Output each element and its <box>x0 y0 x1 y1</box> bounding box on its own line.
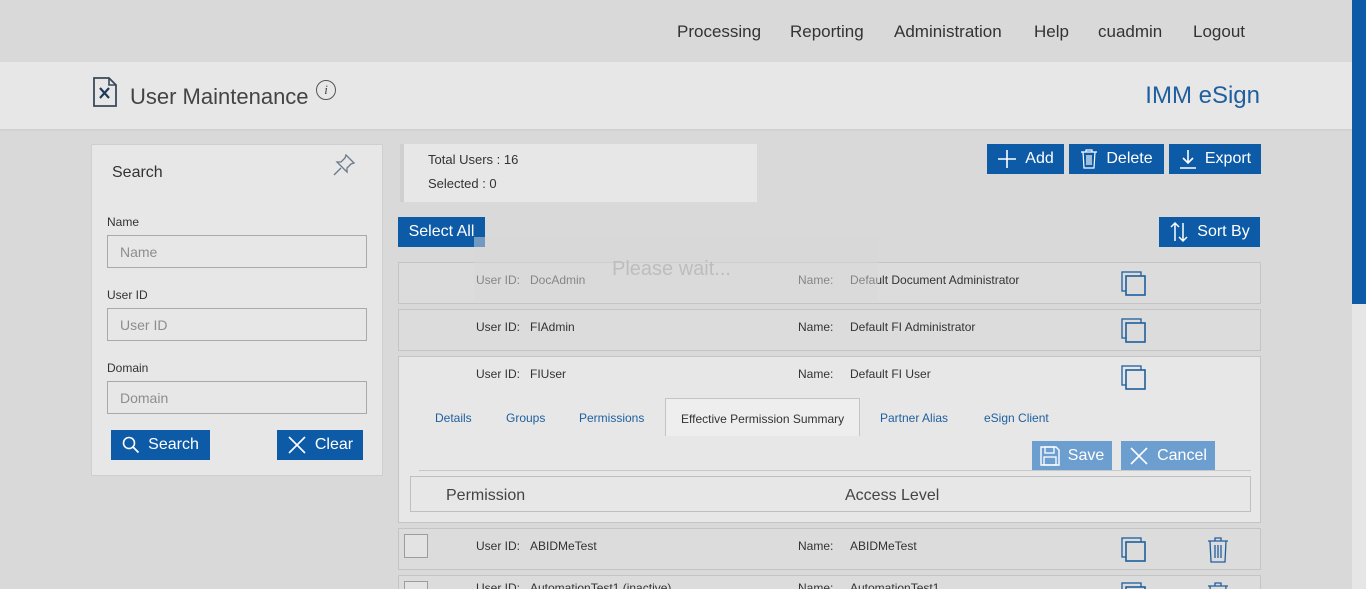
divider <box>419 470 1251 471</box>
search-button-label: Search <box>148 436 199 453</box>
tab-details[interactable]: Details <box>435 411 472 425</box>
tab-esign-client[interactable]: eSign Client <box>984 411 1049 425</box>
select-all-button[interactable]: Select All <box>398 217 485 247</box>
name-value: AutomationTest1 <box>850 581 940 589</box>
info-icon[interactable]: i <box>316 80 336 100</box>
download-icon <box>1179 150 1196 169</box>
save-button[interactable]: Save <box>1032 441 1112 470</box>
trash-icon[interactable] <box>1207 537 1229 563</box>
clear-button-label: Clear <box>314 436 354 453</box>
total-users-count: Total Users : 16 <box>428 152 519 167</box>
loading-overlay: Please wait... <box>474 237 878 301</box>
copy-icon[interactable] <box>1121 582 1147 589</box>
user-id-label: User ID: <box>476 367 521 381</box>
user-row[interactable]: User ID: ABIDMeTest Name: ABIDMeTest <box>398 528 1261 570</box>
tab-groups[interactable]: Groups <box>506 411 545 425</box>
clear-button[interactable]: Clear <box>277 430 363 460</box>
nav-help[interactable]: Help <box>1034 22 1069 42</box>
name-label: Name: <box>798 581 834 589</box>
user-row[interactable]: User ID: AutomationTest1 (inactive) Name… <box>398 575 1261 589</box>
plus-icon <box>998 150 1017 168</box>
cancel-button-label: Cancel <box>1157 446 1207 464</box>
trash-icon[interactable] <box>1207 582 1229 589</box>
name-value: Default FI Administrator <box>850 320 976 334</box>
copy-icon[interactable] <box>1121 271 1147 297</box>
user-id-label: User ID: <box>476 539 521 553</box>
nav-user-account[interactable]: cuadmin <box>1098 22 1162 42</box>
user-id-value: FIAdmin <box>530 320 575 334</box>
search-icon <box>122 436 140 454</box>
add-button-label: Add <box>1025 150 1054 167</box>
nav-logout[interactable]: Logout <box>1193 22 1245 42</box>
search-button[interactable]: Search <box>111 430 210 460</box>
sort-by-button[interactable]: Sort By <box>1159 217 1260 247</box>
user-id-field-label: User ID <box>107 288 148 302</box>
row-checkbox[interactable] <box>404 534 428 558</box>
add-button[interactable]: Add <box>987 144 1064 174</box>
user-id-label: User ID: <box>476 320 521 334</box>
user-id-label: User ID: <box>476 581 521 589</box>
user-row-expanded[interactable]: User ID: FIUser Name: Default FI User De… <box>398 356 1261 523</box>
user-id-value: AutomationTest1 (inactive) <box>530 581 672 589</box>
name-label: Name: <box>798 539 834 553</box>
select-all-button-label: Select All <box>408 223 475 240</box>
page-title: User Maintenance <box>130 84 309 109</box>
document-tools-icon <box>93 77 117 107</box>
selected-count: Selected : 0 <box>428 176 497 191</box>
top-navigation: Processing Reporting Administration Help… <box>0 0 1366 62</box>
delete-button-label: Delete <box>1106 150 1153 167</box>
close-icon <box>288 436 306 454</box>
name-value: ABIDMeTest <box>850 539 917 553</box>
user-id-value: ABIDMeTest <box>530 539 597 553</box>
name-label: Name: <box>798 320 834 334</box>
name-field-label: Name <box>107 215 140 229</box>
brand-logo-text: IMM eSign <box>1145 82 1260 109</box>
permission-table-header: Permission Access Level <box>410 476 1251 512</box>
save-button-label: Save <box>1067 446 1105 464</box>
export-button-label: Export <box>1204 150 1252 167</box>
name-value: Default FI User <box>850 367 931 381</box>
export-button[interactable]: Export <box>1169 144 1261 174</box>
pin-icon[interactable] <box>332 153 356 177</box>
nav-administration[interactable]: Administration <box>894 22 1002 42</box>
column-header-access-level: Access Level <box>845 487 940 504</box>
nav-processing[interactable]: Processing <box>677 22 761 42</box>
sort-icon <box>1170 221 1188 243</box>
delete-button[interactable]: Delete <box>1069 144 1164 174</box>
loading-message: Please wait... <box>612 258 731 280</box>
copy-icon[interactable] <box>1121 537 1147 563</box>
search-panel-title: Search <box>112 164 163 181</box>
domain-field-label: Domain <box>107 361 149 375</box>
close-icon <box>1130 446 1148 465</box>
domain-input[interactable] <box>107 381 367 414</box>
row-checkbox[interactable] <box>404 581 428 589</box>
tab-effective-permission-summary[interactable]: Effective Permission Summary <box>665 398 861 436</box>
cancel-button[interactable]: Cancel <box>1121 441 1215 470</box>
tab-partner-alias[interactable]: Partner Alias <box>880 411 948 425</box>
tab-permissions[interactable]: Permissions <box>579 411 644 425</box>
search-panel: Search Name User ID Domain Search Clear <box>91 144 383 476</box>
copy-icon[interactable] <box>1121 318 1147 344</box>
name-input[interactable] <box>107 235 367 268</box>
sort-by-button-label: Sort By <box>1197 223 1250 240</box>
copy-icon[interactable] <box>1121 365 1147 391</box>
trash-icon <box>1081 149 1098 169</box>
user-id-input[interactable] <box>107 308 367 341</box>
nav-reporting[interactable]: Reporting <box>790 22 864 42</box>
user-row[interactable]: User ID: FIAdmin Name: Default FI Admini… <box>398 309 1261 351</box>
user-id-value: FIUser <box>530 367 566 381</box>
name-label: Name: <box>798 367 834 381</box>
column-header-permission: Permission <box>446 487 526 504</box>
scrollbar-thumb[interactable] <box>1352 0 1366 304</box>
user-stats: Total Users : 16 Selected : 0 <box>400 144 757 202</box>
save-icon <box>1040 445 1060 466</box>
